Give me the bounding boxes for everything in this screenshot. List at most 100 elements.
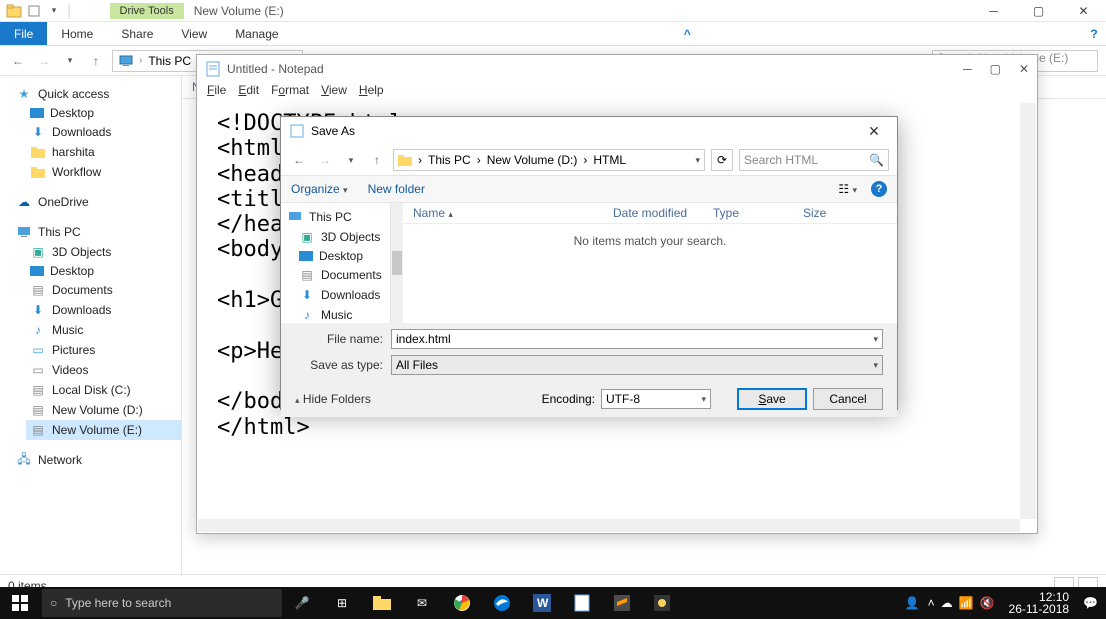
saveas-address-bar[interactable]: ›This PC ›New Volume (D:) ›HTML ▾ [393,149,705,171]
start-button[interactable] [0,587,40,619]
tree-qa-desktop[interactable]: Desktop [26,104,181,122]
tree-3d[interactable]: ▣3D Objects [26,242,181,262]
sa-tree-documents[interactable]: ▤Documents [285,265,386,285]
taskbar-clock[interactable]: 12:10 26-11-2018 [1003,591,1076,615]
maximize-button[interactable]: ▢ [1016,0,1061,22]
tb-word[interactable]: W [522,587,562,619]
tb-app[interactable] [642,587,682,619]
volume-tray-icon[interactable]: 🔇 [980,596,995,610]
system-tray[interactable]: ˄ ☁ 📶 🔇 [928,596,995,610]
properties-icon[interactable] [26,3,42,19]
drive-tools-tab[interactable]: Drive Tools [110,3,184,19]
tree-disk-c[interactable]: ▤Local Disk (C:) [26,380,181,400]
tree-qa-downloads[interactable]: ⬇Downloads [26,122,181,142]
tb-mail[interactable]: ✉ [402,587,442,619]
saveas-tree-scrollbar[interactable] [391,203,403,323]
menu-format[interactable]: Format [267,83,313,103]
view-options-button[interactable]: ☷ ▾ [838,182,857,196]
save-button[interactable]: Save [737,388,807,410]
cancel-button[interactable]: Cancel [813,388,883,410]
saveas-close-button[interactable]: ✕ [859,123,889,140]
filename-input[interactable]: index.html▾ [391,329,883,349]
tb-edge[interactable] [482,587,522,619]
encoding-select[interactable]: UTF-8▾ [601,389,711,409]
saveas-search[interactable]: Search HTML🔍 [739,149,889,171]
new-folder-button[interactable]: New folder [368,182,425,196]
close-button[interactable]: ✕ [1061,0,1106,22]
ribbon-home[interactable]: Home [47,22,107,45]
taskbar-search[interactable]: ○Type here to search [42,589,282,617]
tree-documents[interactable]: ▤Documents [26,280,181,300]
np-maximize[interactable]: ▢ [990,62,1001,76]
ribbon-file[interactable]: File [0,22,47,45]
sa-tree-thispc[interactable]: This PC [285,207,386,227]
tree-quick-access[interactable]: ★Quick access [12,84,181,104]
cortana-mic-icon[interactable]: 🎤 [282,587,322,619]
nav-tree[interactable]: ★Quick access Desktop ⬇Downloads harshit… [0,76,182,576]
tree-disk-d[interactable]: ▤New Volume (D:) [26,400,181,420]
notepad-vscroll[interactable] [1020,103,1036,519]
minimize-button[interactable]: ─ [971,0,1016,22]
tb-chrome[interactable] [442,587,482,619]
sa-forward[interactable]: → [315,150,335,170]
tree-qa-harshita[interactable]: harshita [26,142,181,162]
nav-recent-dropdown[interactable]: ▾ [60,51,80,71]
tree-onedrive[interactable]: ☁OneDrive [12,192,181,212]
sa-tree-desktop[interactable]: Desktop [285,247,386,265]
tb-file-explorer[interactable] [362,587,402,619]
col-name[interactable]: Name ▴ [413,206,613,220]
task-view-button[interactable]: ⊞ [322,587,362,619]
tree-this-pc[interactable]: This PC [12,222,181,242]
ribbon-view[interactable]: View [167,22,221,45]
np-minimize[interactable]: ─ [963,62,972,76]
ribbon-share[interactable]: Share [107,22,167,45]
sa-up[interactable]: ↑ [367,150,387,170]
qat-dropdown-icon[interactable]: ▾ [46,3,62,19]
tree-qa-workflow[interactable]: Workflow [26,162,181,182]
col-type[interactable]: Type [713,206,803,220]
onedrive-tray-icon[interactable]: ☁ [941,596,953,610]
people-icon[interactable]: 👤 [905,596,920,610]
sa-tree-downloads[interactable]: ⬇Downloads [285,285,386,305]
tray-up-icon[interactable]: ˄ [928,596,935,610]
sa-back[interactable]: ← [289,150,309,170]
tb-sublime[interactable] [602,587,642,619]
menu-help[interactable]: Help [355,83,388,103]
sa-recent[interactable]: ▾ [341,150,361,170]
type-select[interactable]: All Files▾ [391,355,883,375]
np-close[interactable]: ✕ [1019,62,1029,76]
col-date[interactable]: Date modified [613,206,713,220]
tree-disk-e[interactable]: ▤New Volume (E:) [26,420,181,440]
notepad-titlebar[interactable]: Untitled - Notepad ─ ▢ ✕ [197,55,1037,83]
saveas-tree[interactable]: This PC ▣3D Objects Desktop ▤Documents ⬇… [281,203,391,323]
menu-view[interactable]: View [317,83,351,103]
tb-notepad[interactable] [562,587,602,619]
action-center-icon[interactable]: 💬 [1083,596,1098,610]
sa-tree-3d[interactable]: ▣3D Objects [285,227,386,247]
tree-music[interactable]: ♪Music [26,320,181,340]
notepad-hscroll[interactable] [198,519,1020,532]
saveas-file-list[interactable]: Name ▴ Date modified Type Size No items … [403,203,897,323]
help-icon[interactable]: ? [1082,22,1106,45]
nav-back[interactable]: ← [8,51,28,71]
sa-refresh-button[interactable]: ⟳ [711,149,733,171]
tree-pictures[interactable]: ▭Pictures [26,340,181,360]
tree-desktop[interactable]: Desktop [26,262,181,280]
crumb-this-pc[interactable]: This PC [148,54,191,68]
wifi-tray-icon[interactable]: 📶 [959,596,974,610]
menu-file[interactable]: File [203,83,230,103]
organize-button[interactable]: Organize ▾ [291,182,348,196]
ribbon-toggle-icon[interactable]: ^ [675,22,699,45]
help-icon[interactable]: ? [871,181,887,197]
menu-edit[interactable]: Edit [234,83,263,103]
nav-up[interactable]: ↑ [86,51,106,71]
hide-folders-toggle[interactable]: ▴ Hide Folders [295,392,371,406]
ribbon-manage[interactable]: Manage [221,22,292,45]
nav-forward[interactable]: → [34,51,54,71]
tree-downloads[interactable]: ⬇Downloads [26,300,181,320]
tree-videos[interactable]: ▭Videos [26,360,181,380]
col-size[interactable]: Size [803,206,863,220]
tree-network[interactable]: 🖧Network [12,450,181,470]
sa-tree-music[interactable]: ♪Music [285,305,386,323]
saveas-titlebar[interactable]: Save As ✕ [281,117,897,145]
